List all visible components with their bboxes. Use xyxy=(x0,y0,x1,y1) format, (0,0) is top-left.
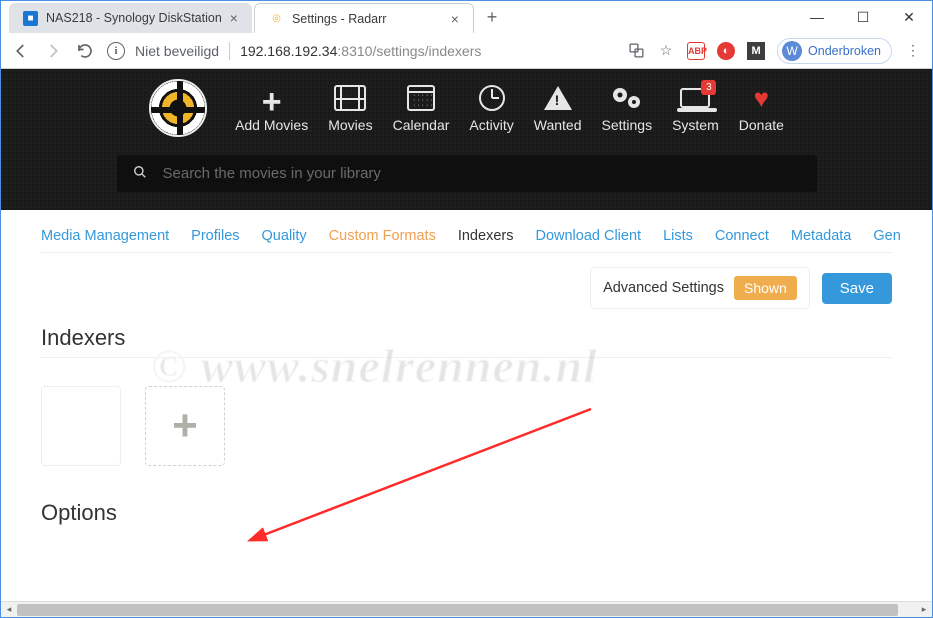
extension-icon[interactable]: ◐ xyxy=(717,42,735,60)
search-bar[interactable] xyxy=(117,155,817,192)
extension-icon[interactable]: ABP xyxy=(687,42,705,60)
profile-chip[interactable]: W Onderbroken xyxy=(777,38,892,64)
reload-button[interactable] xyxy=(75,41,95,61)
browser-toolbar: i Niet beveiligd 192.168.192.34:8310/set… xyxy=(1,33,932,69)
tab-title: NAS218 - Synology DiskStation xyxy=(46,11,222,25)
indexer-card-placeholder xyxy=(41,386,121,466)
film-icon xyxy=(334,83,366,113)
extension-icon[interactable]: M xyxy=(747,42,765,60)
site-info-icon[interactable]: i xyxy=(107,42,125,60)
nav-settings[interactable]: Settings xyxy=(601,83,652,133)
url-text: 192.168.192.34:8310/settings/indexers xyxy=(240,43,481,59)
tab-media-management[interactable]: Media Management xyxy=(41,228,169,244)
nav-wanted[interactable]: Wanted xyxy=(534,83,582,133)
nav-label: Wanted xyxy=(534,117,582,133)
search-input[interactable] xyxy=(163,165,801,182)
nav-label: Movies xyxy=(328,117,372,133)
new-tab-button[interactable]: + xyxy=(478,3,506,31)
plus-icon: + xyxy=(172,404,198,448)
advanced-settings-toggle[interactable]: Advanced Settings Shown xyxy=(590,267,810,309)
app-logo-icon[interactable] xyxy=(149,79,207,137)
tab-profiles[interactable]: Profiles xyxy=(191,228,239,244)
address-bar[interactable]: i Niet beveiligd 192.168.192.34:8310/set… xyxy=(107,42,615,60)
search-icon xyxy=(133,165,147,182)
tab-quality[interactable]: Quality xyxy=(262,228,307,244)
settings-tabs: Media Management Profiles Quality Custom… xyxy=(41,228,892,253)
nav-donate[interactable]: ♥ Donate xyxy=(739,83,784,133)
scrollbar-thumb[interactable] xyxy=(17,604,898,616)
security-label: Niet beveiligd xyxy=(135,43,219,59)
calendar-icon xyxy=(407,83,435,113)
favicon-icon: ◎ xyxy=(269,11,284,26)
minimize-button[interactable]: — xyxy=(794,1,840,33)
separator xyxy=(229,42,230,60)
gears-icon xyxy=(610,83,644,113)
avatar-icon: W xyxy=(782,41,802,61)
add-indexer-button[interactable]: + xyxy=(145,386,225,466)
nav-calendar[interactable]: Calendar xyxy=(393,83,450,133)
scroll-left-arrow[interactable]: ◂ xyxy=(1,604,17,615)
close-window-button[interactable]: ✕ xyxy=(886,1,932,33)
browser-tab[interactable]: ◎ Settings - Radarr × xyxy=(254,3,474,33)
tab-custom-formats[interactable]: Custom Formats xyxy=(329,228,436,244)
browser-tab[interactable]: ■ NAS218 - Synology DiskStation × xyxy=(9,3,252,33)
nav-label: Calendar xyxy=(393,117,450,133)
heart-icon: ♥ xyxy=(754,83,769,113)
app-header: + Add Movies Movies Calendar Activity xyxy=(1,69,932,210)
tab-lists[interactable]: Lists xyxy=(663,228,693,244)
bookmark-star-icon[interactable]: ☆ xyxy=(657,42,675,60)
nav-label: Activity xyxy=(469,117,513,133)
nav-activity[interactable]: Activity xyxy=(469,83,513,133)
back-button[interactable] xyxy=(11,41,31,61)
notification-badge: 3 xyxy=(701,80,716,95)
horizontal-scrollbar[interactable]: ◂ ▸ xyxy=(1,601,932,617)
nav-system[interactable]: 3 System xyxy=(672,83,719,133)
section-heading-options: Options xyxy=(41,500,892,526)
advanced-settings-label: Advanced Settings xyxy=(603,280,724,296)
browser-tabstrip: ■ NAS218 - Synology DiskStation × ◎ Sett… xyxy=(1,1,932,33)
clock-icon xyxy=(479,83,505,113)
save-button[interactable]: Save xyxy=(822,273,892,304)
window-controls: — ☐ ✕ xyxy=(794,1,932,33)
tab-title: Settings - Radarr xyxy=(292,12,386,26)
kebab-menu-icon[interactable]: ⋮ xyxy=(904,42,922,60)
plus-icon: + xyxy=(262,83,282,113)
scroll-right-arrow[interactable]: ▸ xyxy=(916,604,932,615)
tab-general[interactable]: Gen xyxy=(873,228,900,244)
tab-connect[interactable]: Connect xyxy=(715,228,769,244)
section-heading-indexers: Indexers xyxy=(41,325,892,358)
settings-content: Media Management Profiles Quality Custom… xyxy=(1,210,932,601)
nav-movies[interactable]: Movies xyxy=(328,83,372,133)
nav-add-movies[interactable]: + Add Movies xyxy=(235,83,308,133)
advanced-settings-value: Shown xyxy=(734,276,797,300)
maximize-button[interactable]: ☐ xyxy=(840,1,886,33)
warning-icon xyxy=(544,83,572,113)
nav-label: Settings xyxy=(601,117,652,133)
close-icon[interactable]: × xyxy=(451,11,459,27)
favicon-icon: ■ xyxy=(23,11,38,26)
nav-label: Donate xyxy=(739,117,784,133)
nav-label: System xyxy=(672,117,719,133)
tab-download-client[interactable]: Download Client xyxy=(535,228,641,244)
profile-label: Onderbroken xyxy=(808,44,881,58)
tab-metadata[interactable]: Metadata xyxy=(791,228,851,244)
close-icon[interactable]: × xyxy=(230,10,238,26)
laptop-icon: 3 xyxy=(680,83,710,113)
forward-button[interactable] xyxy=(43,41,63,61)
translate-icon[interactable] xyxy=(627,42,645,60)
tab-indexers[interactable]: Indexers xyxy=(458,228,514,244)
